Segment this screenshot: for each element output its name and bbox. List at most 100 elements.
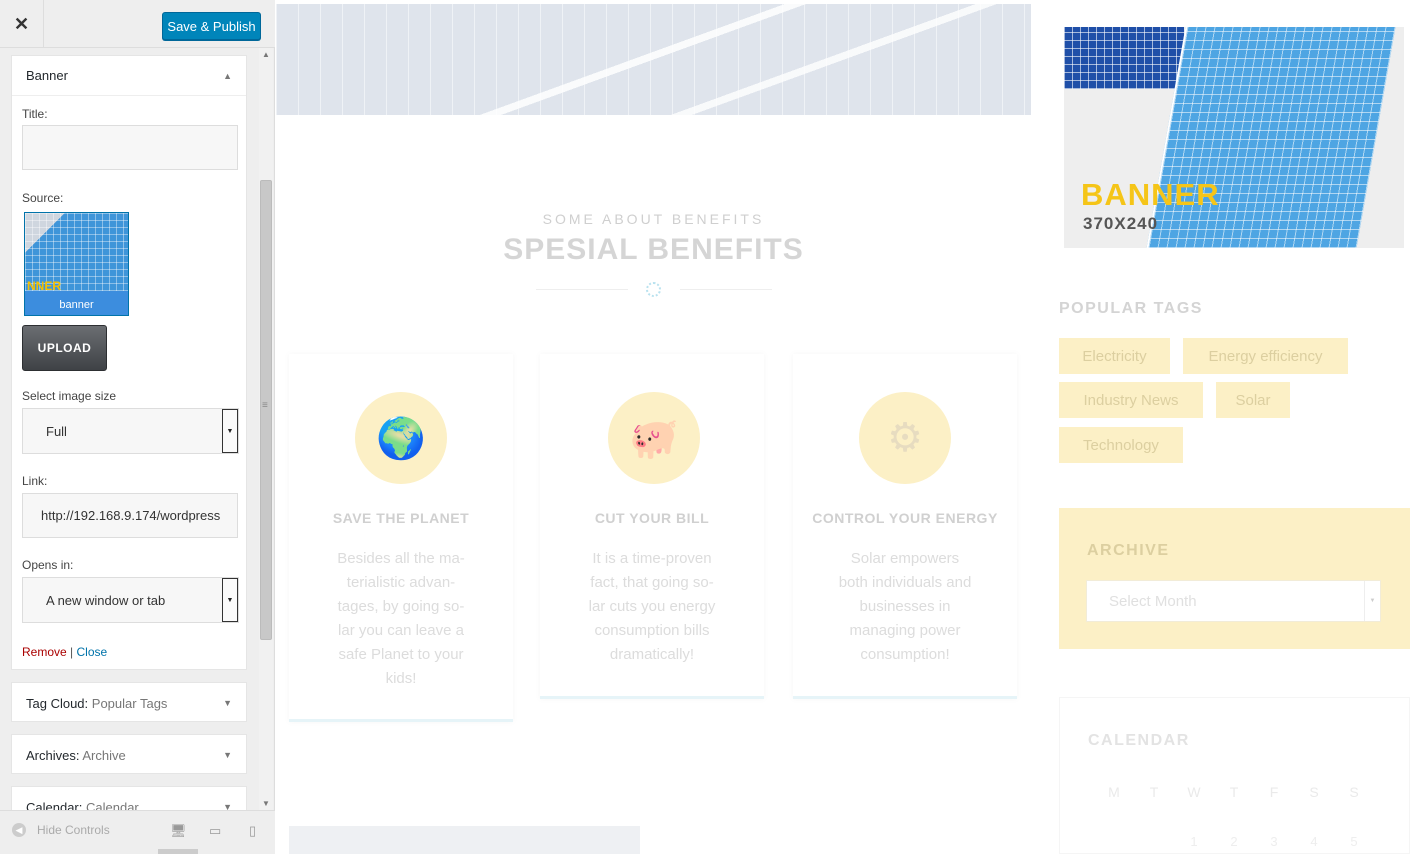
close-icon: ✕: [13, 13, 30, 34]
banner-word: BANNER: [1081, 177, 1220, 212]
title-input[interactable]: [22, 125, 238, 170]
expand-arrow-icon[interactable]: ▼: [223, 802, 232, 810]
calendar-day-header: S: [1309, 784, 1319, 800]
section-kicker: SOME ABOUT BENEFITS: [542, 211, 765, 227]
banner-widget: Banner ▲ Title: Source: NNER banner UPLO…: [11, 55, 247, 670]
archives-widget-header: Archives: Archive ▼: [12, 735, 246, 775]
thumbnail-banner-text: NNER: [27, 279, 62, 293]
archive-title: ARCHIVE: [1087, 542, 1170, 559]
sidebar-header: ✕ Save & Publish: [0, 0, 275, 48]
sidebar-scrollbar[interactable]: ▲ ▼: [259, 48, 273, 810]
benefit-card-1: 🌍 SAVE THE PLANET Besides all the ma-ter…: [289, 354, 513, 722]
tag-technology[interactable]: Technology: [1059, 427, 1183, 463]
tag-industry-news[interactable]: Industry News: [1059, 382, 1203, 418]
customizer-sidebar: ✕ Save & Publish Banner ▲ Title: Source:…: [0, 0, 275, 854]
calendar-date[interactable]: 2: [1224, 834, 1244, 849]
solar-panel-light: [1146, 27, 1396, 248]
calendar-day-header: T: [1229, 784, 1239, 800]
gear-bolt-icon: ⚙: [859, 392, 951, 484]
image-size-select[interactable]: Full ▼: [22, 408, 239, 454]
close-customizer-button[interactable]: ✕: [0, 0, 44, 48]
site-preview: SOME ABOUT BENEFITS SPESIAL BENEFITS 🌍 S…: [276, 0, 1419, 854]
calendar-day-header: F: [1269, 784, 1279, 800]
calendar-title: CALENDAR: [1088, 732, 1190, 749]
calendar-date[interactable]: 1: [1184, 834, 1204, 849]
sidebar-footer: ◀ Hide Controls 🖥 ▭ ▯: [0, 810, 275, 854]
calendar-widget-title: Calendar: Calendar: [26, 800, 139, 811]
title-label: Title:: [22, 107, 48, 121]
calendar-date[interactable]: 4: [1304, 834, 1324, 849]
archive-month-select[interactable]: Select Month ▼: [1086, 580, 1381, 622]
chevron-down-icon[interactable]: ▼: [1364, 581, 1380, 621]
expand-arrow-icon[interactable]: ▼: [223, 750, 232, 760]
archives-widget[interactable]: Archives: Archive ▼: [11, 734, 247, 774]
collapse-sidebar-icon: ◀: [12, 823, 26, 837]
opens-in-label: Opens in:: [22, 558, 74, 572]
tag-cloud-widget-header: Tag Cloud: Popular Tags ▼: [12, 683, 246, 723]
widget-actions: Remove | Close: [22, 645, 107, 659]
calendar-date[interactable]: 3: [1264, 834, 1284, 849]
calendar-day-header: W: [1187, 784, 1201, 800]
calendar-widget-preview: CALENDAR M T W T F S S 1 2 3 4 5: [1059, 697, 1410, 854]
benefit-text: Solar empowers both individuals and busi…: [838, 550, 972, 663]
heading-divider-right: [680, 289, 772, 290]
chevron-down-icon[interactable]: ▼: [222, 409, 238, 453]
source-image-thumbnail[interactable]: NNER banner: [24, 212, 129, 316]
close-link[interactable]: Close: [77, 645, 108, 659]
upload-button[interactable]: UPLOAD: [22, 325, 107, 371]
banner-size: 370X240: [1083, 214, 1159, 233]
benefit-card-3: ⚙ CONTROL YOUR ENERGY Solar empowers bot…: [793, 354, 1017, 699]
tag-cloud-widget-title: Tag Cloud: Popular Tags: [26, 696, 167, 711]
benefit-title: SAVE THE PLANET: [332, 510, 470, 526]
piggy-bank-icon: 🐖: [608, 392, 700, 484]
hero-solar-image: [276, 4, 1031, 115]
chevron-down-icon[interactable]: ▼: [222, 578, 238, 622]
widget-type: Tag Cloud:: [26, 695, 89, 711]
widget-name: Archive: [82, 747, 126, 763]
desktop-preview-icon[interactable]: 🖥: [170, 823, 187, 839]
banner-widget-title: Banner: [26, 68, 68, 83]
tablet-preview-icon[interactable]: ▭: [209, 823, 221, 839]
heading-divider-left: [536, 289, 628, 290]
calendar-date[interactable]: 5: [1344, 834, 1364, 849]
tag-electricity[interactable]: Electricity: [1059, 338, 1170, 374]
archive-widget: ARCHIVE Select Month ▼: [1059, 508, 1410, 649]
active-device-indicator: [158, 849, 198, 854]
tag-cloud-widget[interactable]: Tag Cloud: Popular Tags ▼: [11, 682, 247, 722]
calendar-day-header: S: [1349, 784, 1359, 800]
calendar-day-header: M: [1108, 784, 1120, 800]
expand-arrow-icon[interactable]: ▼: [223, 698, 232, 708]
link-label: Link:: [22, 474, 48, 488]
scroll-up-icon[interactable]: ▲: [262, 50, 270, 59]
benefit-title: CUT YOUR BILL: [594, 510, 710, 526]
calendar-widget[interactable]: Calendar: Calendar ▼: [11, 786, 247, 810]
save-publish-button[interactable]: Save & Publish: [162, 12, 261, 40]
tag-energy-efficiency[interactable]: Energy efficiency: [1183, 338, 1348, 374]
resize-grip-icon[interactable]: ≡: [262, 400, 268, 411]
widget-name: Calendar: [86, 799, 139, 811]
banner-widget-header[interactable]: Banner ▲: [12, 56, 246, 96]
mobile-preview-icon[interactable]: ▯: [249, 823, 256, 839]
collapse-arrow-icon[interactable]: ▲: [223, 71, 232, 81]
remove-link[interactable]: Remove: [22, 645, 67, 659]
banner-widget-image[interactable]: BANNER 370X240: [1064, 27, 1404, 248]
widget-type: Archives:: [26, 747, 80, 763]
opens-in-select[interactable]: A new window or tab ▼: [22, 577, 239, 623]
scroll-down-icon[interactable]: ▼: [262, 799, 270, 808]
link-input[interactable]: http://192.168.9.174/wordpress: [22, 493, 238, 538]
benefit-card-2: 🐖 CUT YOUR BILL It is a time-proven fact…: [540, 354, 764, 699]
archives-widget-title: Archives: Archive: [26, 748, 126, 763]
widget-list: Banner ▲ Title: Source: NNER banner UPLO…: [0, 48, 275, 810]
benefit-text: It is a time-proven fact, that going so-…: [588, 550, 716, 663]
heading-divider-icon: [646, 282, 661, 297]
next-section-image: [289, 826, 640, 854]
hide-controls-label: Hide Controls: [37, 823, 110, 837]
image-size-label: Select image size: [22, 389, 117, 403]
hide-controls-button[interactable]: ◀ Hide Controls: [12, 823, 110, 837]
benefit-title: CONTROL YOUR ENERGY: [812, 510, 998, 526]
thumbnail-caption: banner: [59, 299, 94, 311]
tag-solar[interactable]: Solar: [1216, 382, 1290, 418]
widget-type: Calendar:: [26, 799, 83, 811]
popular-tags-title: POPULAR TAGS: [1059, 300, 1203, 317]
source-label: Source:: [22, 191, 64, 205]
